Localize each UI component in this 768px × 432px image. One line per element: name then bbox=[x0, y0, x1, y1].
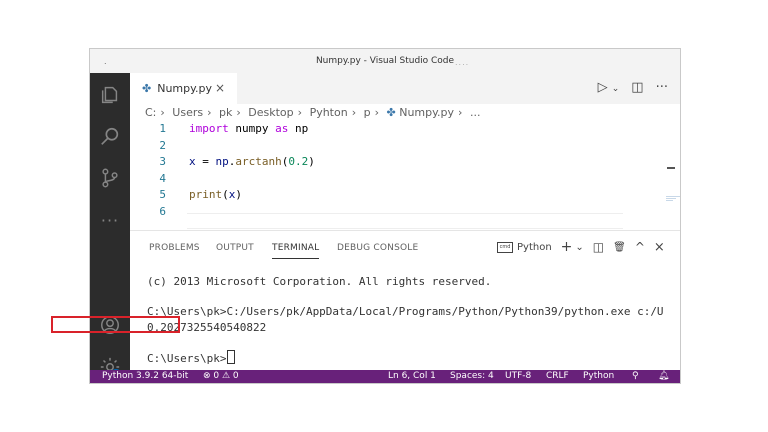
status-cursor-position[interactable]: Ln 6, Col 1 bbox=[388, 371, 436, 381]
terminal-shell-icon: cmd bbox=[497, 241, 513, 253]
line-number: 5 bbox=[159, 188, 166, 201]
window-title: Numpy.py - Visual Studio Code bbox=[315, 56, 455, 66]
notifications-bell-icon[interactable]: 🔔︎ bbox=[658, 371, 669, 381]
line-number: 2 bbox=[159, 138, 166, 152]
status-problems[interactable]: ⊗ 0 ⚠ 0 bbox=[203, 371, 239, 381]
terminal-prompt[interactable]: C:\Users\pk> bbox=[147, 350, 236, 365]
code-token: as bbox=[275, 122, 289, 135]
terminal-line: C:\Users\pk>C:/Users/pk/AppData/Local/Pr… bbox=[147, 305, 664, 318]
minimap[interactable] bbox=[666, 196, 680, 202]
terminal-prompt-text: C:\Users\pk> bbox=[147, 352, 227, 365]
title-grip: .... bbox=[455, 58, 470, 67]
split-editor-icon[interactable]: ◫ bbox=[631, 80, 643, 95]
explorer-icon[interactable] bbox=[98, 83, 122, 107]
editor-actions: ▷ ⌄ ◫ ··· bbox=[598, 80, 668, 95]
code-editor[interactable]: 1 import numpy as np 2 3 x = np.arctanh(0.2)… bbox=[130, 122, 680, 230]
terminal-shell-label[interactable]: Python bbox=[517, 242, 552, 253]
code-token: ) bbox=[235, 188, 242, 201]
feedback-icon[interactable]: ⚲ bbox=[632, 371, 639, 381]
tab-problems[interactable]: PROBLEMS bbox=[149, 243, 200, 253]
line-number: 3 bbox=[159, 155, 166, 168]
title-bar: . Numpy.py - Visual Studio Code .... bbox=[90, 49, 680, 73]
kill-terminal-icon[interactable]: 🗑 bbox=[613, 242, 626, 253]
current-line-highlight bbox=[187, 213, 623, 229]
breadcrumb-item[interactable]: C: bbox=[145, 106, 156, 119]
line-number: 1 bbox=[159, 122, 166, 135]
code-token: ( bbox=[222, 188, 229, 201]
panel-actions: cmd Python + ⌄ ◫ 🗑 ^ × bbox=[497, 239, 665, 255]
status-language[interactable]: Python bbox=[583, 371, 614, 381]
more-actions-icon[interactable]: ··· bbox=[656, 80, 668, 95]
code-token: arctanh bbox=[235, 155, 282, 168]
chevron-right-icon: › bbox=[236, 106, 241, 119]
code-token: 0.2 bbox=[288, 155, 309, 168]
status-indentation[interactable]: Spaces: 4 bbox=[450, 371, 494, 381]
window-menu-dot[interactable]: . bbox=[104, 57, 107, 66]
breadcrumb: C: › Users › pk › Desktop › Pyhton › p › ✤ Num… bbox=[145, 106, 480, 119]
code-token: = bbox=[195, 155, 216, 168]
breadcrumb-item[interactable]: pk bbox=[219, 106, 232, 119]
code-token: import bbox=[189, 122, 229, 135]
overview-ruler-mark bbox=[667, 167, 675, 169]
editor-tab-bar: ✤ Numpy.py × ▷ ⌄ ◫ ··· bbox=[130, 73, 680, 104]
chevron-right-icon: › bbox=[160, 106, 165, 119]
line-number: 6 bbox=[159, 204, 166, 218]
python-file-icon: ✤ bbox=[142, 82, 152, 95]
chevron-right-icon: › bbox=[351, 106, 357, 119]
python-file-icon: ✤ bbox=[386, 106, 396, 119]
terminal-cursor bbox=[227, 350, 236, 364]
tab-debug-console[interactable]: DEBUG CONSOLE bbox=[337, 243, 418, 253]
line-number: 4 bbox=[159, 171, 166, 185]
code-text: import numpy as np bbox=[189, 122, 308, 135]
tab-output[interactable]: OUTPUT bbox=[216, 243, 254, 253]
bottom-panel: PROBLEMS OUTPUT TERMINAL DEBUG CONSOLE c… bbox=[130, 230, 680, 371]
tab-label: Numpy.py bbox=[157, 82, 213, 95]
code-token: np bbox=[215, 155, 229, 168]
status-bar: Python 3.9.2 64-bit ⊗ 0 ⚠ 0 Ln 6, Col 1 … bbox=[90, 370, 680, 383]
more-actions-icon[interactable]: ··· bbox=[98, 208, 122, 232]
breadcrumb-item[interactable]: Numpy.py bbox=[399, 106, 454, 119]
source-control-icon[interactable] bbox=[98, 166, 122, 190]
terminal-dropdown-icon[interactable]: ⌄ bbox=[575, 242, 583, 253]
tab-close-icon[interactable]: × bbox=[215, 81, 225, 95]
breadcrumb-item[interactable]: Desktop bbox=[248, 106, 293, 119]
code-text: print(x) bbox=[189, 188, 242, 201]
close-panel-icon[interactable]: × bbox=[654, 240, 665, 255]
chevron-right-icon: › bbox=[207, 106, 212, 119]
chevron-right-icon: › bbox=[297, 106, 303, 119]
vscode-window: . Numpy.py - Visual Studio Code .... ··· bbox=[89, 48, 681, 384]
code-token: np bbox=[288, 122, 309, 135]
code-text: x = np.arctanh(0.2) bbox=[189, 155, 315, 168]
status-eol[interactable]: CRLF bbox=[546, 371, 569, 381]
terminal-line: (c) 2013 Microsoft Corporation. All righ… bbox=[147, 275, 492, 288]
run-python-file-icon[interactable]: ▷ ⌄ bbox=[598, 80, 620, 95]
code-token: ) bbox=[308, 155, 315, 168]
tab-terminal[interactable]: TERMINAL bbox=[272, 243, 320, 259]
status-interpreter[interactable]: Python 3.9.2 64-bit bbox=[102, 371, 188, 381]
breadcrumb-item[interactable]: ... bbox=[470, 106, 481, 119]
maximize-panel-icon[interactable]: ^ bbox=[635, 240, 645, 254]
breadcrumb-item[interactable]: Pyhton bbox=[310, 106, 348, 119]
code-token: x bbox=[189, 155, 196, 168]
chevron-right-icon: › bbox=[458, 106, 463, 119]
code-token: numpy bbox=[228, 122, 276, 135]
tab-numpy-py[interactable]: ✤ Numpy.py × bbox=[130, 73, 237, 104]
search-icon[interactable] bbox=[98, 125, 122, 149]
output-highlight-box bbox=[51, 316, 180, 333]
status-encoding[interactable]: UTF-8 bbox=[505, 371, 531, 381]
breadcrumb-item[interactable]: p bbox=[364, 106, 371, 119]
breadcrumb-item[interactable]: Users bbox=[172, 106, 203, 119]
split-terminal-icon[interactable]: ◫ bbox=[593, 240, 604, 254]
new-terminal-icon[interactable]: + bbox=[561, 239, 573, 255]
code-token: print bbox=[189, 188, 223, 201]
chevron-right-icon: › bbox=[374, 106, 379, 119]
